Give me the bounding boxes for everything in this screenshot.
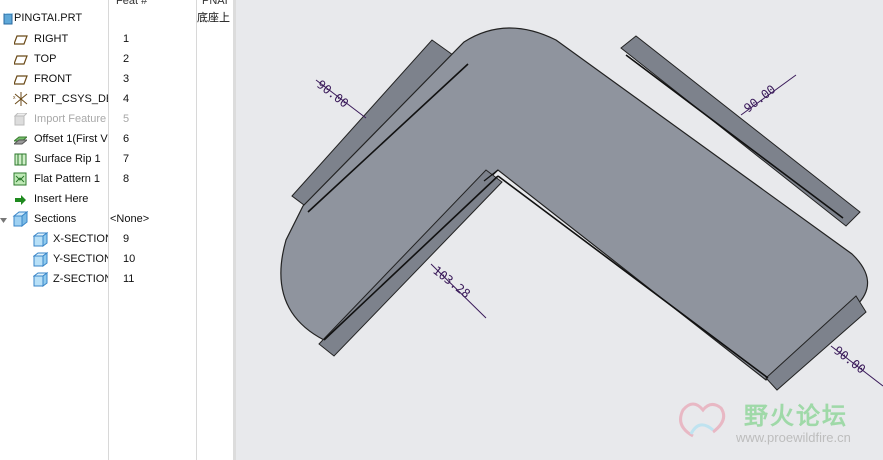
feat-number: 5 (123, 113, 130, 125)
dimension-90-top-right[interactable]: 90.00 (740, 74, 797, 116)
tree-item-label: Import Feature (34, 113, 107, 125)
column-header-pname[interactable]: PNAI (202, 0, 228, 8)
tree-item-surface-rip[interactable]: Surface Rip 1 7 (0, 149, 233, 169)
tree-root[interactable]: PINGTAI.PRT 底座上 (0, 8, 233, 28)
offset-icon (12, 133, 29, 145)
tree-item-label: Z-SECTION (53, 273, 108, 285)
watermark-title: 野火论坛 (744, 403, 848, 430)
model-viewport[interactable]: 90.00 90.00 103.28 90.00 (236, 0, 883, 460)
dimension-label: 103.28 (430, 263, 473, 301)
tree-item-label: Surface Rip 1 (34, 153, 101, 165)
feat-number: 10 (123, 253, 136, 265)
tree-item-csys[interactable]: x PRT_CSYS_DE 4 (0, 89, 233, 109)
tree-item-right[interactable]: RIGHT 1 (0, 29, 233, 49)
feat-number: 1 (123, 33, 130, 45)
column-header-feat[interactable]: Feat # (116, 0, 147, 8)
insert-arrow-icon (15, 193, 27, 205)
tree-item-y-section[interactable]: Y-SECTION 10 (0, 249, 233, 269)
tree-item-sections[interactable]: Sections <None> (0, 209, 233, 229)
dimension-label: 90.00 (741, 82, 778, 115)
dimension-90-left[interactable]: 90.00 (314, 77, 367, 119)
feat-number: 7 (123, 153, 130, 165)
feat-number: <None> (110, 213, 150, 225)
tree-item-label: TOP (34, 53, 57, 65)
expand-triangle-icon[interactable] (0, 213, 8, 225)
tree-item-label: FRONT (34, 73, 72, 85)
tree-item-flat-pattern[interactable]: Flat Pattern 1 8 (0, 169, 233, 189)
tree-item-label: Sections (34, 213, 77, 225)
tree-item-label: Flat Pattern 1 (34, 173, 101, 185)
tree-item-insert-here[interactable]: Insert Here (0, 189, 233, 209)
tree-item-label: Y-SECTION (53, 253, 108, 265)
feat-number: 3 (123, 73, 130, 85)
dimension-90-bottom-right[interactable]: 90.00 (830, 343, 883, 387)
dimension-label: 90.00 (831, 343, 868, 376)
tree-item-label: X-SECTION (53, 233, 108, 245)
root-parameter-value: 底座上 (197, 12, 230, 24)
tree-item-x-section[interactable]: X-SECTION 9 (0, 229, 233, 249)
feat-number: 8 (123, 173, 130, 185)
tree-item-top[interactable]: TOP 2 (0, 49, 233, 69)
watermark-logo (673, 396, 731, 448)
sections-icon (12, 210, 29, 228)
surface-rip-icon (14, 153, 27, 166)
feat-number: 11 (123, 273, 135, 285)
proe-window: Feat # PNAI PINGTAI.PRT 底座上 RIGHT 1 TOP (0, 0, 883, 460)
csys-icon: x (13, 91, 29, 107)
dimension-label: 90.00 (314, 77, 351, 110)
watermark-url: www.proewildfire.cn (736, 430, 851, 445)
section-icon (32, 272, 49, 287)
section-icon (32, 232, 49, 247)
datum-plane-icon (13, 53, 28, 65)
flat-pattern-icon (13, 172, 27, 186)
tree-item-import-feature[interactable]: Import Feature 5 (0, 109, 233, 129)
tree-root-label: PINGTAI.PRT (14, 12, 83, 24)
import-feature-icon (13, 112, 29, 126)
tree-item-front[interactable]: FRONT 3 (0, 69, 233, 89)
datum-plane-icon (13, 33, 28, 45)
part-icon (2, 12, 14, 25)
tree-item-offset[interactable]: Offset 1(First V 6 (0, 129, 233, 149)
tree-item-label: Offset 1(First V (34, 133, 108, 145)
graphics-window[interactable]: 90.00 90.00 103.28 90.00 野火论坛 www.proewi… (236, 0, 883, 460)
tree-item-z-section[interactable]: Z-SECTION 11 (0, 269, 233, 289)
tree-item-label: PRT_CSYS_DE (34, 93, 108, 105)
feat-number: 9 (123, 233, 130, 245)
dimension-103-middle[interactable]: 103.28 (430, 263, 487, 319)
tree-item-label: RIGHT (34, 33, 69, 45)
feat-number: 6 (123, 133, 130, 145)
svg-text:x: x (13, 95, 16, 101)
feat-number: 2 (123, 53, 130, 65)
datum-plane-icon (13, 73, 28, 85)
model-tree: Feat # PNAI PINGTAI.PRT 底座上 RIGHT 1 TOP (0, 0, 234, 460)
section-icon (32, 252, 49, 267)
sheetmetal-body (280, 27, 869, 381)
tree-item-label: Insert Here (34, 193, 89, 205)
feat-number: 4 (123, 93, 130, 105)
